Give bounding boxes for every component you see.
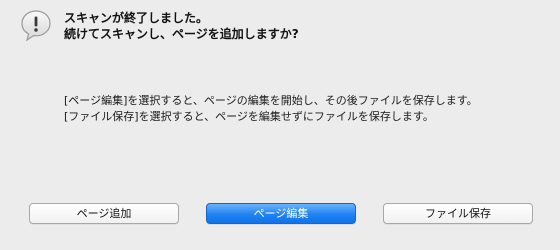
edit-page-button[interactable]: ページ編集 bbox=[206, 203, 356, 224]
title-line-1: スキャンが終了しました。 bbox=[64, 11, 209, 25]
title-line-2: 続けてスキャンし、ページを追加しますか? bbox=[64, 27, 299, 41]
info-line-2: [ファイル保存]を選択すると、ページを編集せずにファイルを保存します。 bbox=[64, 110, 434, 123]
dialog-informative-text: [ページ編集]を選択すると、ページの編集を開始し、その後ファイルを保存します。 … bbox=[64, 93, 478, 125]
scan-complete-dialog: スキャンが終了しました。 続けてスキャンし、ページを追加しますか? [ページ編集… bbox=[0, 0, 560, 250]
alert-speech-bubble-icon bbox=[20, 9, 52, 43]
dialog-message-title: スキャンが終了しました。 続けてスキャンし、ページを追加しますか? bbox=[64, 10, 299, 42]
add-page-button[interactable]: ページ追加 bbox=[29, 203, 179, 224]
save-file-button[interactable]: ファイル保存 bbox=[383, 203, 533, 224]
info-line-1: [ページ編集]を選択すると、ページの編集を開始し、その後ファイルを保存します。 bbox=[64, 94, 478, 107]
